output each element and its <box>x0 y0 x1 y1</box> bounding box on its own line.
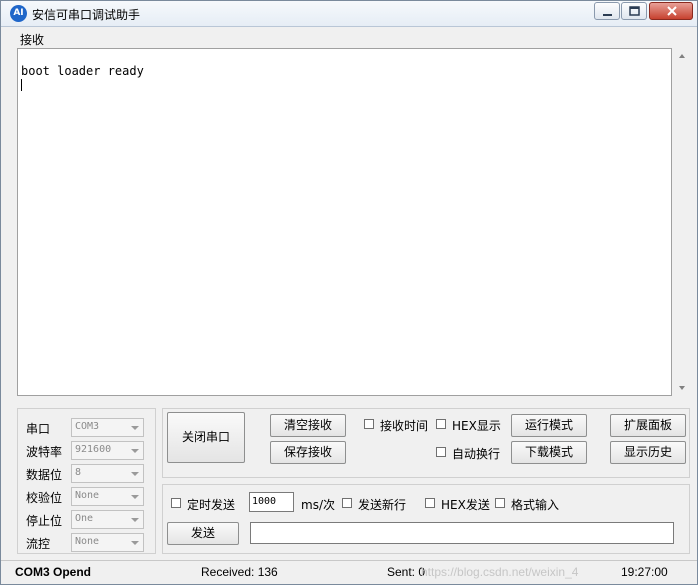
send-newline-checkbox[interactable] <box>342 498 352 508</box>
status-time: 19:27:00 <box>621 565 668 579</box>
ai-thinker-logo-icon: AI <box>10 5 27 22</box>
receive-content: boot loader ready <box>21 64 144 78</box>
flow-control-value: None <box>75 536 100 547</box>
setting-label: 串口 <box>26 422 51 436</box>
send-newline-label: 发送新行 <box>358 498 407 512</box>
setting-row-port: 串口 COM3 <box>18 418 155 437</box>
show-history-button[interactable]: 显示历史 <box>610 441 686 464</box>
status-bar: COM3 Opend Received: 136 Sent: 0 https:/… <box>1 560 697 584</box>
flow-control-select[interactable]: None <box>71 533 144 552</box>
stopbits-value: One <box>75 513 94 524</box>
text-caret <box>21 79 22 91</box>
close-icon <box>667 6 677 16</box>
scroll-up-icon[interactable] <box>679 54 685 58</box>
format-input-checkbox[interactable] <box>495 498 505 508</box>
interval-input[interactable]: 1000 <box>249 492 294 512</box>
download-mode-button[interactable]: 下载模式 <box>511 441 587 464</box>
hex-send-checkbox[interactable] <box>425 498 435 508</box>
hex-send-label: HEX发送 <box>441 498 490 512</box>
databits-select[interactable]: 8 <box>71 464 144 483</box>
stopbits-select[interactable]: One <box>71 510 144 529</box>
recv-time-checkbox[interactable] <box>364 419 374 429</box>
interval-unit-label: ms/次 <box>301 498 335 512</box>
setting-label: 校验位 <box>26 491 63 505</box>
receive-group-label: 接收 <box>20 33 45 47</box>
setting-label: 数据位 <box>26 468 63 482</box>
setting-row-databits: 数据位 8 <box>18 464 155 483</box>
save-receive-button[interactable]: 保存接收 <box>270 441 346 464</box>
setting-label: 波特率 <box>26 445 63 459</box>
maximize-button[interactable] <box>621 2 647 20</box>
setting-row-parity: 校验位 None <box>18 487 155 506</box>
port-value: COM3 <box>75 421 100 432</box>
timed-send-checkbox[interactable] <box>171 498 181 508</box>
chevron-down-icon <box>131 472 139 476</box>
setting-label: 流控 <box>26 537 51 551</box>
port-select[interactable]: COM3 <box>71 418 144 437</box>
send-button[interactable]: 发送 <box>167 522 239 545</box>
received-count: Received: 136 <box>201 565 278 579</box>
title-bar: AI 安信可串口调试助手 <box>1 1 697 27</box>
receive-textarea[interactable]: boot loader ready <box>17 48 672 396</box>
expand-panel-button[interactable]: 扩展面板 <box>610 414 686 437</box>
watermark-text: https://blog.csdn.net/weixin_4 <box>421 565 579 579</box>
chevron-down-icon <box>131 426 139 430</box>
auto-newline-label: 自动换行 <box>452 447 501 461</box>
setting-row-stopbits: 停止位 One <box>18 510 155 529</box>
setting-label: 停止位 <box>26 514 63 528</box>
timed-send-label: 定时发送 <box>187 498 236 512</box>
window-title: 安信可串口调试助手 <box>32 8 141 22</box>
send-text-input[interactable] <box>250 522 674 544</box>
receive-scrollbar[interactable] <box>674 48 690 396</box>
setting-row-baud: 波特率 921600 <box>18 441 155 460</box>
auto-newline-checkbox[interactable] <box>436 447 446 457</box>
close-button[interactable] <box>649 2 693 20</box>
serial-settings-panel: 串口 COM3 波特率 921600 数据位 8 校验位 None 停止位 On… <box>17 408 156 554</box>
run-mode-button[interactable]: 运行模式 <box>511 414 587 437</box>
clear-receive-button[interactable]: 清空接收 <box>270 414 346 437</box>
chevron-down-icon <box>131 541 139 545</box>
hex-display-label: HEX显示 <box>452 419 501 433</box>
app-window: AI 安信可串口调试助手 接收 boot loader ready 串口 COM… <box>0 0 698 585</box>
recv-time-label: 接收时间 <box>380 419 429 433</box>
baud-select[interactable]: 921600 <box>71 441 144 460</box>
close-port-button[interactable]: 关闭串口 <box>167 412 245 463</box>
chevron-down-icon <box>131 495 139 499</box>
minimize-icon <box>603 14 612 16</box>
databits-value: 8 <box>75 467 82 478</box>
hex-display-checkbox[interactable] <box>436 419 446 429</box>
scroll-down-icon[interactable] <box>679 386 685 390</box>
minimize-button[interactable] <box>594 2 620 20</box>
baud-value: 921600 <box>75 444 112 455</box>
port-status: COM3 Opend <box>15 565 92 579</box>
parity-select[interactable]: None <box>71 487 144 506</box>
sent-count: Sent: 0 <box>387 565 426 579</box>
chevron-down-icon <box>131 518 139 522</box>
parity-value: None <box>75 490 100 501</box>
setting-row-flow: 流控 None <box>18 533 155 552</box>
chevron-down-icon <box>131 449 139 453</box>
format-input-label: 格式输入 <box>511 498 560 512</box>
maximize-icon <box>629 6 640 16</box>
